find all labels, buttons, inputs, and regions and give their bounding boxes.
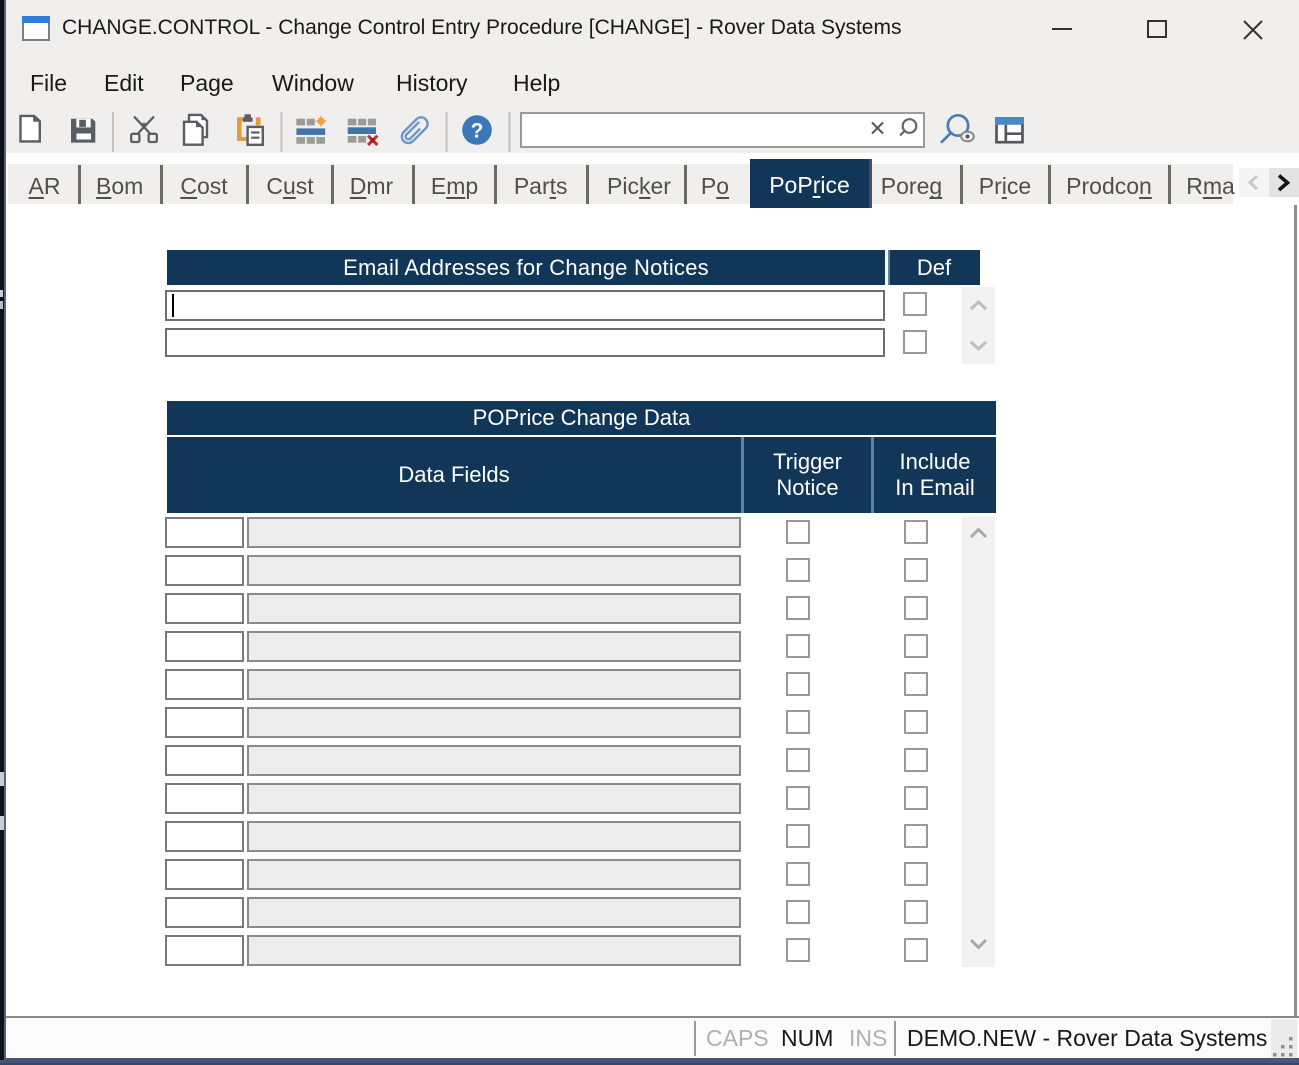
svg-text:?: ? xyxy=(471,120,484,143)
